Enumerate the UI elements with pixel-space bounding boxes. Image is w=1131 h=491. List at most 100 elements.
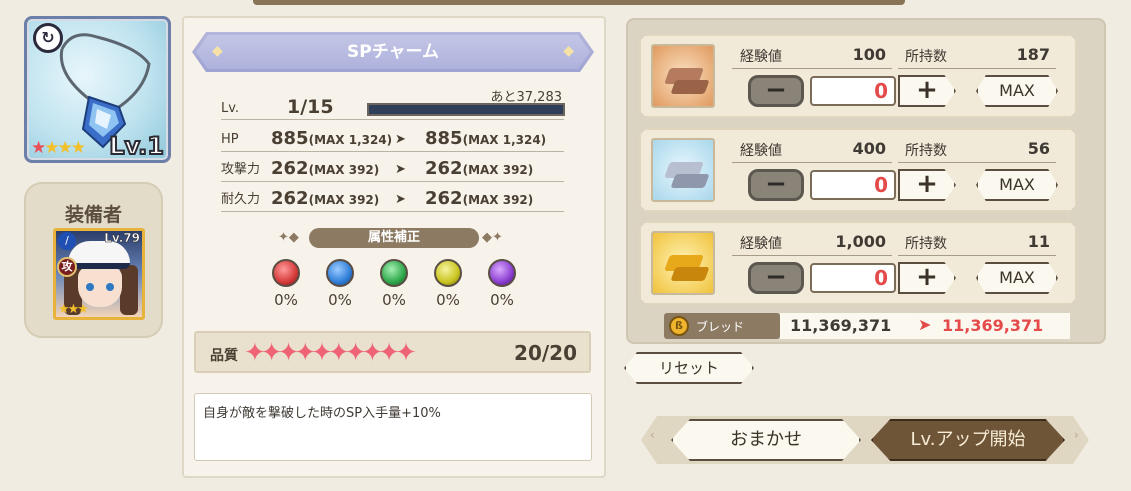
exp-label: 経験値 xyxy=(740,143,782,159)
stat-label: 攻撃力 xyxy=(221,162,261,177)
stat-current: 262(MAX 392) xyxy=(271,158,380,179)
minus-button[interactable]: − xyxy=(748,262,804,294)
divider xyxy=(898,255,1056,256)
item-name-banner: ◆ ◆ SPチャーム xyxy=(192,32,594,72)
exp-value: 400 xyxy=(852,139,886,158)
light-orb-icon xyxy=(434,259,462,287)
diamond-deco-right: ◆✦ xyxy=(482,230,503,245)
arrow-right-icon: ➤ xyxy=(395,162,406,177)
currency-label: ブレッド xyxy=(696,320,745,334)
auto-select-button[interactable]: おまかせ xyxy=(671,419,861,461)
exp-value: 100 xyxy=(852,45,886,64)
hat xyxy=(68,241,130,269)
level-label: Lv. xyxy=(221,101,240,116)
chevron-left-icon: ‹ xyxy=(650,428,655,442)
max-button[interactable]: MAX xyxy=(976,75,1058,107)
role-badge: 攻 xyxy=(57,257,77,277)
equipper-level: Lv.79 xyxy=(104,231,140,245)
top-bar xyxy=(253,0,905,5)
dark-orb-icon xyxy=(488,259,516,287)
eye-left xyxy=(86,283,94,291)
divider xyxy=(898,68,1056,69)
attribute-title: 属性補正 xyxy=(309,228,479,248)
rarity-stars: ★★★★ xyxy=(31,138,86,158)
owned-label: 所持数 xyxy=(905,143,947,159)
plus-button[interactable]: + xyxy=(898,262,956,294)
quality-label: 品質 xyxy=(210,348,238,364)
max-button[interactable]: MAX xyxy=(976,169,1058,201)
stat-next: 262(MAX 392) xyxy=(425,188,534,209)
divider xyxy=(898,162,1056,163)
eye-right xyxy=(106,283,114,291)
wind-percent: 0% xyxy=(382,291,406,309)
level-row: Lv. 1/15 あと37,283 xyxy=(221,86,565,120)
fire-orb-icon xyxy=(272,259,300,287)
equipper-label: 装備者 xyxy=(64,204,122,226)
face xyxy=(78,267,122,307)
plus-button[interactable]: + xyxy=(898,169,956,201)
level-up-button[interactable]: Lv.アップ開始 xyxy=(871,419,1065,461)
item-level-badge: Lv.1 xyxy=(108,131,165,160)
quantity-input[interactable]: 0 xyxy=(810,76,896,106)
plus-button[interactable]: + xyxy=(898,75,956,107)
chevron-right-icon: › xyxy=(1074,428,1079,442)
stat-next: 262(MAX 392) xyxy=(425,158,534,179)
reset-button[interactable]: リセット xyxy=(624,352,754,384)
owned-value: 187 xyxy=(1016,45,1050,64)
max-button[interactable]: MAX xyxy=(976,262,1058,294)
stat-current: 262(MAX 392) xyxy=(271,188,380,209)
divider xyxy=(732,68,892,69)
currency-value-box: 11,369,371 ➤ 11,369,371 xyxy=(780,313,1070,339)
skill-description: 自身が敵を撃破した時のSP入手量+10% xyxy=(194,393,592,461)
divider xyxy=(732,162,892,163)
quality-value: 20/20 xyxy=(514,341,577,365)
sword-icon: / xyxy=(58,232,76,250)
stat-current: 885(MAX 1,324) xyxy=(271,128,393,149)
dark-percent: 0% xyxy=(490,291,514,309)
equipper-panel: 装備者 / 攻 Lv.79 ★★★ xyxy=(24,182,163,338)
stat-label: HP xyxy=(221,132,239,147)
water-percent: 0% xyxy=(328,291,352,309)
divider xyxy=(732,255,892,256)
exp-label: 経験値 xyxy=(740,49,782,65)
exp-label: 経験値 xyxy=(740,236,782,252)
quantity-input[interactable]: 0 xyxy=(810,263,896,293)
stat-row-attack: 攻撃力 262(MAX 392) ➤ 262(MAX 392) xyxy=(221,156,564,182)
arrow-right-icon: ➤ xyxy=(395,192,406,207)
stat-next: 885(MAX 1,324) xyxy=(425,128,547,149)
stat-label: 耐久力 xyxy=(221,192,261,207)
diamond-deco-left: ✦◆ xyxy=(278,230,299,245)
currency-current: 11,369,371 xyxy=(790,316,892,335)
arrow-right-icon: ➤ xyxy=(918,315,932,334)
exp-value: 1,000 xyxy=(835,232,886,251)
refresh-icon[interactable]: ↻ xyxy=(33,23,63,53)
gold-ingot-icon xyxy=(651,231,715,295)
owned-label: 所持数 xyxy=(905,49,947,65)
bronze-ingot-icon xyxy=(651,44,715,108)
currency-after: 11,369,371 xyxy=(942,316,1044,335)
exp-bar xyxy=(367,103,565,116)
silver-ingot-icon xyxy=(651,138,715,202)
light-percent: 0% xyxy=(436,291,460,309)
equipper-stars: ★★★ xyxy=(58,302,89,317)
minus-button[interactable]: − xyxy=(748,169,804,201)
quality-stars: ✦✦✦✦✦✦✦✦✦✦ xyxy=(244,338,417,368)
level-value: 1/15 xyxy=(287,96,334,118)
currency-bar: ß ブレッド 11,369,371 ➤ 11,369,371 xyxy=(664,313,1070,339)
stat-row-hp: HP 885(MAX 1,324) ➤ 885(MAX 1,324) xyxy=(221,126,564,152)
bread-coin-icon: ß xyxy=(669,316,689,336)
item-card[interactable]: ↻ ★★★★ Lv.1 xyxy=(24,16,171,163)
equipper-portrait[interactable]: / 攻 Lv.79 ★★★ xyxy=(53,228,145,320)
wind-orb-icon xyxy=(380,259,408,287)
water-orb-icon xyxy=(326,259,354,287)
hair-right xyxy=(120,265,138,315)
owned-label: 所持数 xyxy=(905,236,947,252)
currency-label-box: ß ブレッド xyxy=(664,313,780,339)
minus-button[interactable]: − xyxy=(748,75,804,107)
quality-box: 品質 ✦✦✦✦✦✦✦✦✦✦ 20/20 xyxy=(194,331,591,373)
owned-value: 56 xyxy=(1027,139,1050,158)
quantity-input[interactable]: 0 xyxy=(810,170,896,200)
fire-percent: 0% xyxy=(274,291,298,309)
stat-row-defense: 耐久力 262(MAX 392) ➤ 262(MAX 392) xyxy=(221,186,564,212)
item-name: SPチャーム xyxy=(346,42,440,62)
